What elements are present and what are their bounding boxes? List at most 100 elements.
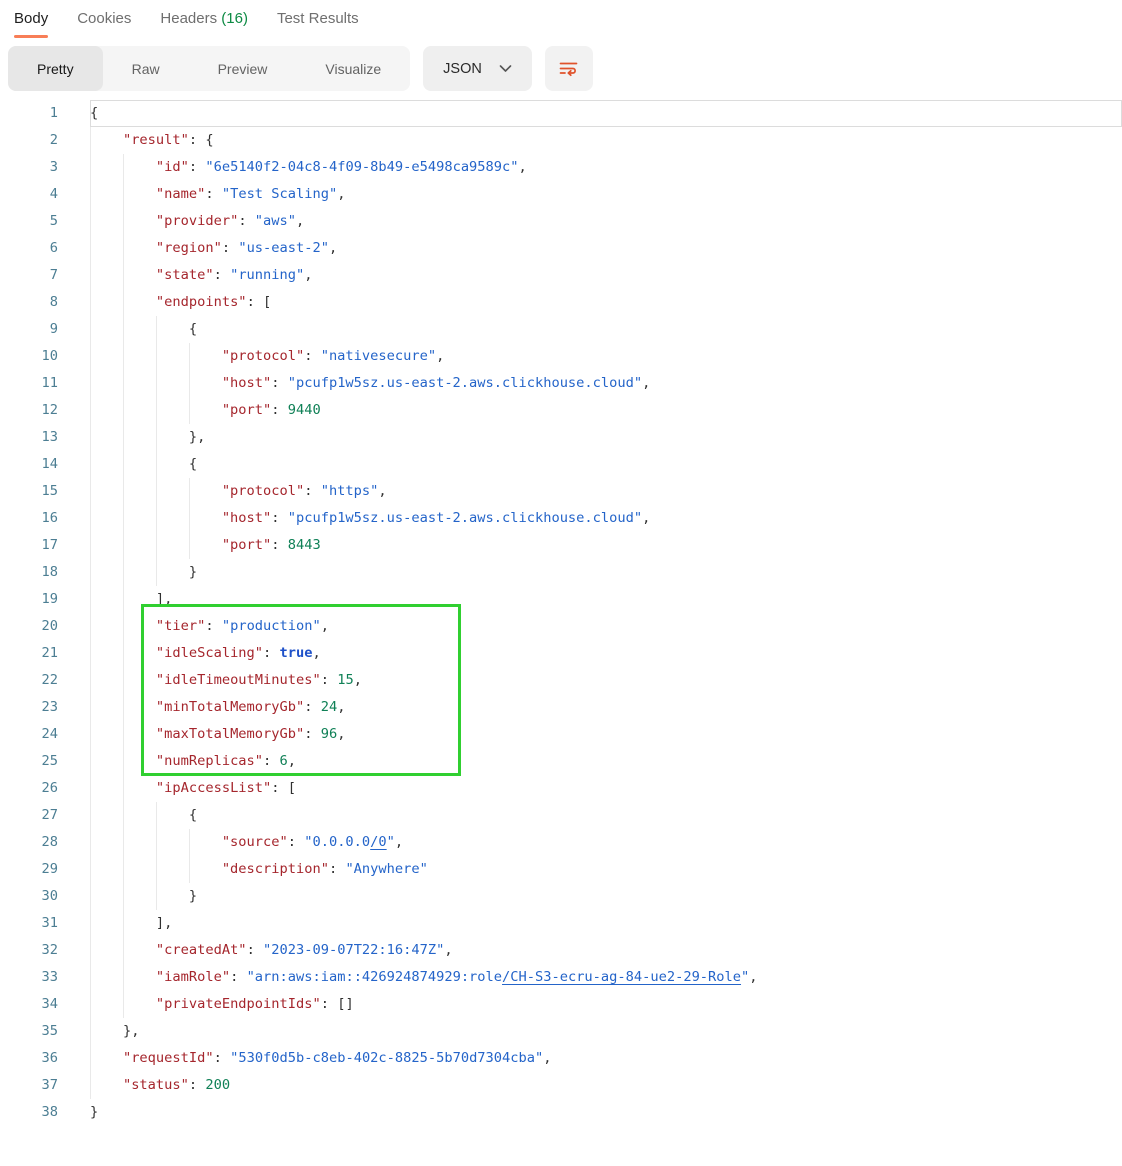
code-line-content: "port": 9440: [90, 397, 1122, 424]
code-line-content: "region": "us-east-2",: [90, 235, 1122, 262]
tab-cookies[interactable]: Cookies: [77, 10, 131, 38]
indent-guide: [156, 532, 189, 559]
body-view-toolbar: Pretty Raw Preview Visualize JSON: [8, 46, 1122, 91]
indent-guide: [90, 694, 123, 721]
code-editor[interactable]: 1{2"result": {3"id": "6e5140f2-04c8-4f09…: [0, 96, 1122, 1126]
indent-guide: [156, 802, 189, 829]
indent-guide: [123, 370, 156, 397]
line-number: 13: [0, 424, 58, 451]
indent-guide: [189, 856, 222, 883]
indent-guide: [123, 586, 156, 613]
tab-headers[interactable]: Headers (16): [160, 10, 248, 38]
line-number: 10: [0, 343, 58, 370]
indent-guide: [90, 505, 123, 532]
line-number: 23: [0, 694, 58, 721]
view-mode-visualize-button[interactable]: Visualize: [296, 46, 410, 91]
indent-guide: [156, 316, 189, 343]
indent-guide: [156, 478, 189, 505]
code-line-content: "idleTimeoutMinutes": 15,: [90, 667, 1122, 694]
tab-headers-label: Headers: [160, 10, 217, 27]
text-wrap-button[interactable]: [545, 46, 593, 91]
indent-guide: [123, 181, 156, 208]
indent-guide: [123, 937, 156, 964]
code-line: 7"state": "running",: [0, 262, 1122, 289]
indent-guide: [123, 208, 156, 235]
indent-guide: [156, 451, 189, 478]
code-line: 15"protocol": "https",: [0, 478, 1122, 505]
code-line-content: },: [90, 424, 1122, 451]
line-number: 28: [0, 829, 58, 856]
indent-guide: [90, 451, 123, 478]
code-line-content: "port": 8443: [90, 532, 1122, 559]
language-select-value: JSON: [443, 61, 482, 77]
indent-guide: [90, 802, 123, 829]
indent-guide: [123, 721, 156, 748]
code-line: 21"idleScaling": true,: [0, 640, 1122, 667]
code-line: 36"requestId": "530f0d5b-c8eb-402c-8825-…: [0, 1045, 1122, 1072]
code-line-content: }: [90, 559, 1122, 586]
code-line: 1{: [0, 100, 1122, 127]
line-number: 1: [0, 100, 58, 127]
code-line-content: {: [90, 316, 1122, 343]
code-line: 22 "idleTimeoutMinutes": 15,: [0, 667, 1122, 694]
code-line: 10"protocol": "nativesecure",: [0, 343, 1122, 370]
indent-guide: [90, 1045, 123, 1072]
indent-guide: [90, 964, 123, 991]
code-line-content: "protocol": "https",: [90, 478, 1122, 505]
line-number: 34: [0, 991, 58, 1018]
indent-guide: [156, 397, 189, 424]
indent-guide: [90, 154, 123, 181]
indent-guide: [90, 721, 123, 748]
line-number: 32: [0, 937, 58, 964]
code-line: 24"maxTotalMemoryGb": 96,: [0, 721, 1122, 748]
indent-guide: [123, 883, 156, 910]
code-line-content: "host": "pcufp1w5sz.us-east-2.aws.clickh…: [90, 370, 1122, 397]
indent-guide: [90, 370, 123, 397]
indent-guide: [123, 802, 156, 829]
code-line: 26"ipAccessList": [: [0, 775, 1122, 802]
indent-guide: [189, 829, 222, 856]
view-mode-pretty-button[interactable]: Pretty: [8, 46, 103, 91]
code-line-content: "numReplicas": 6,: [90, 748, 1122, 775]
language-select-dropdown[interactable]: JSON: [423, 46, 532, 91]
line-number: 19: [0, 586, 58, 613]
code-line: 9{: [0, 316, 1122, 343]
view-mode-preview-button[interactable]: Preview: [189, 46, 297, 91]
indent-guide: [123, 829, 156, 856]
code-line: 18}: [0, 559, 1122, 586]
indent-guide: [90, 532, 123, 559]
line-number: 22: [0, 667, 58, 694]
code-line-content: {: [90, 802, 1122, 829]
code-line-content: "createdAt": "2023-09-07T22:16:47Z",: [90, 937, 1122, 964]
headers-count-badge: (16): [221, 10, 248, 27]
indent-guide: [90, 208, 123, 235]
indent-guide: [123, 910, 156, 937]
line-number: 16: [0, 505, 58, 532]
code-line: 31],: [0, 910, 1122, 937]
indent-guide: [90, 424, 123, 451]
code-line: 4"name": "Test Scaling",: [0, 181, 1122, 208]
code-line: 35},: [0, 1018, 1122, 1045]
view-mode-raw-button[interactable]: Raw: [103, 46, 189, 91]
tab-test-results[interactable]: Test Results: [277, 10, 359, 38]
line-number: 35: [0, 1018, 58, 1045]
code-line-content: "ipAccessList": [: [90, 775, 1122, 802]
response-tabs: Body Cookies Headers (16) Test Results: [0, 0, 1122, 38]
indent-guide: [90, 478, 123, 505]
indent-guide: [189, 478, 222, 505]
code-line: 5"provider": "aws",: [0, 208, 1122, 235]
indent-guide: [123, 640, 156, 667]
indent-guide: [156, 856, 189, 883]
indent-guide: [90, 262, 123, 289]
code-line-content: "endpoints": [: [90, 289, 1122, 316]
indent-guide: [90, 559, 123, 586]
line-number: 6: [0, 235, 58, 262]
tab-body[interactable]: Body: [14, 10, 48, 38]
indent-guide: [189, 505, 222, 532]
code-line-content: "status": 200: [90, 1072, 1122, 1099]
indent-guide: [90, 991, 123, 1018]
indent-guide: [90, 235, 123, 262]
line-number: 18: [0, 559, 58, 586]
code-line-content: "maxTotalMemoryGb": 96,: [90, 721, 1122, 748]
code-line: 17"port": 8443: [0, 532, 1122, 559]
